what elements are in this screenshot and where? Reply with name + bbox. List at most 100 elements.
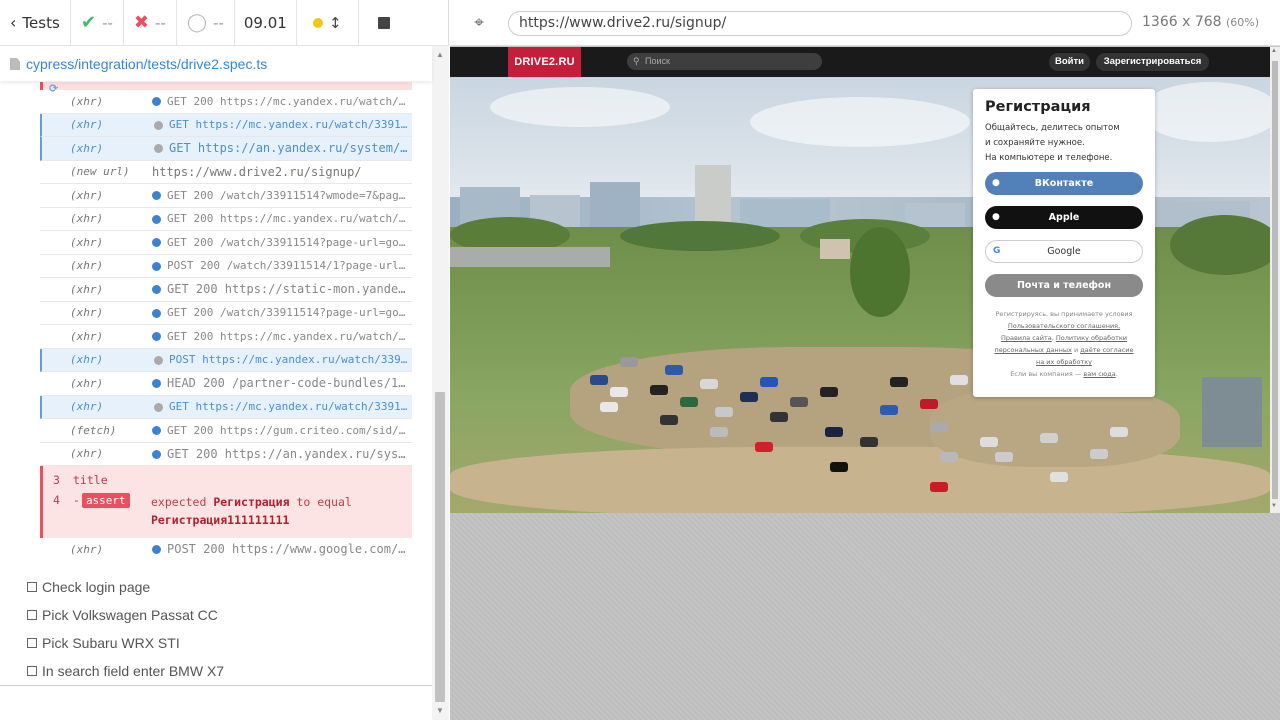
x-icon: ✖ (133, 12, 150, 33)
command-kind: (fetch) (70, 423, 117, 437)
chevron-left-icon: ‹ (10, 13, 17, 32)
privacy-policy-link[interactable]: Политику обработки (1056, 334, 1127, 342)
user-agreement-link[interactable]: Пользовательского соглашения, (1008, 322, 1120, 330)
test-item[interactable]: Check login page (0, 573, 432, 601)
test-title: Pick Subaru WRX STI (42, 635, 180, 651)
site-logo[interactable]: DRIVE2.RU (508, 47, 581, 77)
google-icon: G (993, 246, 1001, 256)
command-row[interactable]: (fetch) GET 200 https://gum.criteo.com/si… (40, 419, 412, 443)
apple-login-button[interactable]: ● Apple (985, 206, 1143, 229)
command-row[interactable]: (xhr) GET 200 /watch/33911514?page-url=go… (40, 231, 412, 255)
vk-icon: ● (992, 178, 1000, 188)
command-row[interactable]: (xhr) POST 200 https://www.google.com/re… (40, 538, 412, 556)
command-text: GET 200 /watch/33911514?wmode=7&page-url… (167, 188, 412, 202)
pending-value: -- (213, 13, 224, 32)
command-row[interactable]: (xhr) GET 200 https://mc.yandex.ru/watch/… (40, 207, 412, 231)
command-kind: (xhr) (70, 400, 104, 414)
command-row[interactable]: (xhr) GET 200 https://mc.yandex.ru/watch/… (40, 325, 412, 349)
url-display[interactable]: https://www.drive2.ru/signup/ (508, 11, 1132, 36)
scrollbar-thumb[interactable] (435, 392, 445, 702)
command-row[interactable]: (xhr) GET 200 /watch/33911514?page-url=go… (40, 301, 412, 325)
scrollbar-thumb[interactable] (1272, 61, 1278, 499)
vk-login-button[interactable]: ● ВКонтакте (985, 172, 1143, 195)
check-icon: ✔ (81, 12, 97, 33)
test-title: In search field enter BMW X7 (42, 663, 225, 679)
consent-link[interactable]: даёте согласие (1080, 346, 1133, 354)
command-text: GET https://an.yandex.ru/system/co… (169, 141, 412, 156)
xhr-status-dot-icon (154, 120, 163, 130)
command-row[interactable]: (new url) https://www.drive2.ru/signup/ (40, 160, 412, 184)
command-text: GET 200 https://mc.yandex.ru/watch/33911… (167, 94, 412, 108)
scroll-down-icon[interactable]: ▼ (436, 706, 444, 715)
command-text: POST https://mc.yandex.ru/watch/33911514… (169, 353, 412, 367)
command-row[interactable]: (xhr) POST 200 /watch/33911514/1?page-url… (40, 254, 412, 278)
command-kind: (xhr) (70, 306, 104, 320)
command-row[interactable]: ⟳ (xhr) GET https://an.yandex.ru/system/co… (40, 82, 412, 161)
command-row[interactable]: 3 title (43, 470, 412, 490)
assert-expected: Регистрация111111111 (151, 513, 290, 527)
assert-word: expected (151, 495, 207, 509)
register-button[interactable]: Зарегистрироваться (1096, 53, 1209, 71)
xhr-status-dot-icon (152, 332, 161, 342)
scroll-down-icon[interactable]: ▼ (1271, 503, 1277, 509)
aut-scrollbar[interactable]: ▲ ▼ (1270, 47, 1280, 513)
xhr-status-dot-icon (154, 144, 163, 154)
assertion-error-block[interactable]: 3 title 4- assert expected Регистрация to eq… (40, 466, 412, 538)
xhr-status-dot-icon (152, 97, 161, 107)
assert-word: to equal (296, 495, 352, 509)
site-rules-link[interactable]: Правила сайта (1001, 334, 1052, 342)
command-row[interactable]: (xhr) GET 200 https://mc.yandex.ru/watch/… (40, 90, 412, 114)
command-row[interactable]: ⟳ (xhr) POST https://mc.yandex.ru/watch/33… (40, 82, 412, 372)
company-link[interactable]: вам сюда (1083, 370, 1115, 378)
personal-data-link[interactable]: персональных данных (995, 346, 1072, 354)
command-kind: (xhr) (70, 376, 104, 390)
spinner-icon: ⟳ (49, 82, 59, 95)
reporter-scrollbar[interactable]: ▲ ▼ (432, 46, 449, 720)
google-label: Google (1047, 246, 1081, 257)
command-row[interactable]: (xhr) GET 200 https://static-mon.yandex.… (40, 278, 412, 302)
command-row[interactable]: 4- assert expected Регистрация to equal Рег… (43, 490, 412, 532)
viewport-info[interactable]: 1366 x 768 (60%) (1142, 14, 1259, 30)
command-row[interactable]: ⟳ (xhr) GET https://mc.yandex.ru/watch/339… (40, 82, 412, 419)
test-item[interactable]: Pick Volkswagen Passat CC (0, 601, 432, 629)
xhr-status-dot-icon (152, 214, 161, 224)
command-text: POST 200 https://www.google.com/re… (167, 542, 412, 556)
tests-button[interactable]: ‹ Tests (0, 0, 71, 46)
test-item[interactable]: In search field enter BMW X7 (0, 657, 432, 685)
passed-value: -- (102, 13, 113, 32)
apple-label: Apple (1048, 212, 1080, 223)
site-search-input[interactable]: ⚲ Поиск (627, 53, 822, 70)
email-phone-button[interactable]: Почта и телефон (985, 274, 1143, 297)
command-row[interactable]: (xhr) GET 200 https://an.yandex.ru/syste… (40, 442, 412, 466)
desc-line: Общайтесь, делитесь опытом (985, 123, 1120, 133)
test-list: Check login page Pick Volkswagen Passat C… (0, 573, 432, 685)
apple-icon: ● (992, 212, 1000, 222)
command-message: GET 200 /watch/33911514?page-url=goal://… (152, 306, 412, 319)
google-login-button[interactable]: G Google (985, 240, 1143, 263)
command-row[interactable]: ⟳ (xhr) GET https://mc.yandex.ru/watch/339… (40, 82, 412, 137)
scroll-up-icon[interactable]: ▲ (1271, 48, 1277, 54)
command-kind: (xhr) (70, 329, 104, 343)
command-text: GET 200 https://mc.yandex.ru/watch/33911… (167, 329, 412, 343)
command-kind: (xhr) (70, 94, 104, 108)
xhr-status-dot-icon (152, 308, 161, 318)
command-message: GET 200 https://mc.yandex.ru/watch/33911… (152, 330, 412, 343)
command-message: GET 200 https://static-mon.yandex.… (152, 282, 412, 296)
test-item[interactable]: Pick Subaru WRX STI (0, 629, 432, 657)
search-placeholder: Поиск (645, 56, 670, 66)
login-button[interactable]: Войти (1049, 53, 1090, 71)
crosshair-icon[interactable]: ⌖ (468, 12, 490, 34)
command-row[interactable]: (xhr) HEAD 200 /partner-code-bundles/135… (40, 372, 412, 396)
stop-button[interactable] (359, 0, 409, 46)
command-message: GET https://mc.yandex.ru/watch/33911514?… (154, 400, 412, 413)
passed-count: ✔ -- (71, 0, 124, 46)
processing-link[interactable]: на их обработку (1036, 358, 1092, 366)
spec-file-path[interactable]: cypress/integration/tests/drive2.spec.ts (0, 47, 432, 81)
command-message: GET https://an.yandex.ru/system/co… (154, 141, 412, 155)
command-row[interactable]: (xhr) GET 200 /watch/33911514?wmode=7&pag… (40, 184, 412, 208)
auto-scroll-toggle[interactable]: ↕ (297, 0, 359, 46)
scroll-up-icon[interactable]: ▲ (436, 50, 444, 59)
xhr-status-dot-icon (152, 426, 161, 436)
command-message: GET 200 /watch/33911514?wmode=7&page-url… (152, 189, 412, 202)
command-log: (xhr) GET 200 https://mc.yandex.ru/watch/… (40, 82, 412, 556)
